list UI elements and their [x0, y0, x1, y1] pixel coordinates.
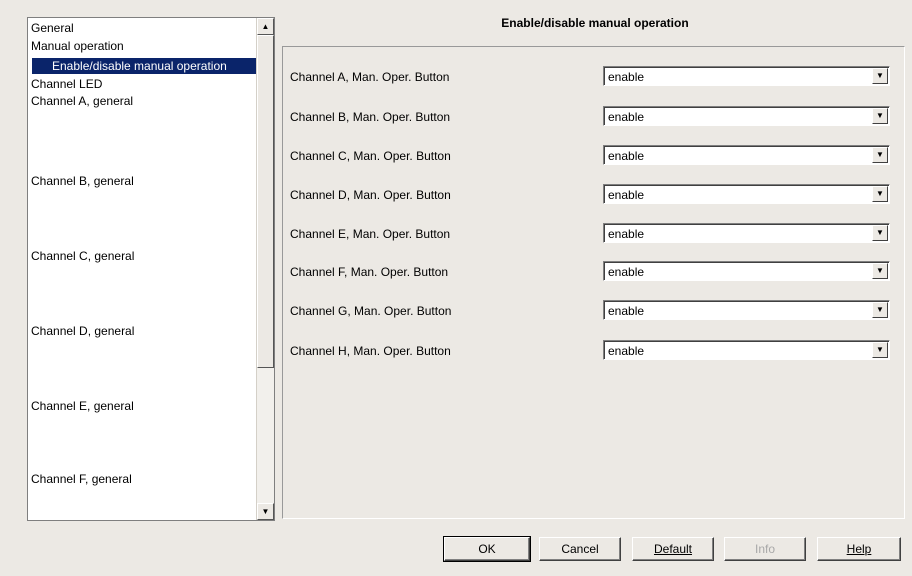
param-select-channel-a[interactable]: enable ▼ [603, 66, 890, 86]
param-row-channel-b: Channel B, Man. Oper. Button enable ▼ [290, 106, 894, 128]
dropdown-arrow-icon[interactable]: ▼ [872, 225, 888, 241]
select-value: enable [608, 227, 645, 241]
page-title: Enable/disable manual operation [501, 16, 689, 30]
parameter-dialog: General Manual operation Enable/disable … [0, 0, 912, 576]
info-button: Info [724, 537, 806, 561]
default-button[interactable]: Default [632, 537, 714, 561]
tree-item-enable-disable-manual-operation[interactable]: Enable/disable manual operation [32, 58, 256, 74]
param-select-channel-f[interactable]: enable ▼ [603, 261, 890, 281]
param-row-channel-e: Channel E, Man. Oper. Button enable ▼ [290, 223, 894, 245]
dropdown-arrow-icon[interactable]: ▼ [872, 186, 888, 202]
dropdown-arrow-icon[interactable]: ▼ [872, 108, 888, 124]
scroll-down-arrow-icon[interactable]: ▼ [257, 503, 274, 520]
param-select-channel-e[interactable]: enable ▼ [603, 223, 890, 243]
param-label: Channel D, Man. Oper. Button [290, 188, 451, 202]
param-row-channel-c: Channel C, Man. Oper. Button enable ▼ [290, 145, 894, 167]
select-value: enable [608, 188, 645, 202]
param-row-channel-a: Channel A, Man. Oper. Button enable ▼ [290, 66, 894, 88]
dropdown-arrow-icon[interactable]: ▼ [872, 147, 888, 163]
select-value: enable [608, 344, 645, 358]
param-select-channel-d[interactable]: enable ▼ [603, 184, 890, 204]
dropdown-arrow-icon[interactable]: ▼ [872, 263, 888, 279]
param-select-channel-h[interactable]: enable ▼ [603, 340, 890, 360]
param-row-channel-f: Channel F, Man. Oper. Button enable ▼ [290, 261, 894, 283]
tree-item-manual-operation[interactable]: Manual operation [31, 38, 124, 54]
param-label: Channel G, Man. Oper. Button [290, 304, 452, 318]
param-row-channel-g: Channel G, Man. Oper. Button enable ▼ [290, 300, 894, 322]
param-label: Channel C, Man. Oper. Button [290, 149, 451, 163]
dropdown-arrow-icon[interactable]: ▼ [872, 302, 888, 318]
help-button-label: Help [846, 542, 872, 556]
ok-button[interactable]: OK [443, 536, 531, 562]
select-value: enable [608, 265, 645, 279]
tree-item-channel-d-general[interactable]: Channel D, general [31, 323, 134, 339]
tree-vertical-scrollbar[interactable]: ▲ ▼ [256, 18, 274, 520]
param-row-channel-h: Channel H, Man. Oper. Button enable ▼ [290, 340, 894, 362]
param-label: Channel B, Man. Oper. Button [290, 110, 451, 124]
tree-item-channel-f-general[interactable]: Channel F, general [31, 471, 132, 487]
param-label: Channel H, Man. Oper. Button [290, 344, 451, 358]
tree-item-channel-b-general[interactable]: Channel B, general [31, 173, 134, 189]
dropdown-arrow-icon[interactable]: ▼ [872, 342, 888, 358]
scrollbar-thumb[interactable] [257, 35, 274, 368]
tree-item-channel-led[interactable]: Channel LED [31, 76, 102, 92]
cancel-button[interactable]: Cancel [539, 537, 621, 561]
select-value: enable [608, 304, 645, 318]
select-value: enable [608, 149, 645, 163]
param-label: Channel E, Man. Oper. Button [290, 227, 451, 241]
param-select-channel-c[interactable]: enable ▼ [603, 145, 890, 165]
param-select-channel-b[interactable]: enable ▼ [603, 106, 890, 126]
default-button-label: Default [653, 542, 693, 556]
dropdown-arrow-icon[interactable]: ▼ [872, 68, 888, 84]
select-value: enable [608, 110, 645, 124]
tree-list: General Manual operation Enable/disable … [28, 18, 256, 520]
tree-item-channel-e-general[interactable]: Channel E, general [31, 398, 134, 414]
tree-item-channel-c-general[interactable]: Channel C, general [31, 248, 134, 264]
select-value: enable [608, 70, 645, 84]
tree-item-general[interactable]: General [31, 20, 74, 36]
param-row-channel-d: Channel D, Man. Oper. Button enable ▼ [290, 184, 894, 206]
param-label: Channel F, Man. Oper. Button [290, 265, 449, 279]
param-select-channel-g[interactable]: enable ▼ [603, 300, 890, 320]
scroll-up-arrow-icon[interactable]: ▲ [257, 18, 274, 35]
parameter-tree: General Manual operation Enable/disable … [27, 17, 275, 521]
help-button[interactable]: Help [817, 537, 901, 561]
tree-item-channel-a-general[interactable]: Channel A, general [31, 93, 133, 109]
param-label: Channel A, Man. Oper. Button [290, 70, 450, 84]
